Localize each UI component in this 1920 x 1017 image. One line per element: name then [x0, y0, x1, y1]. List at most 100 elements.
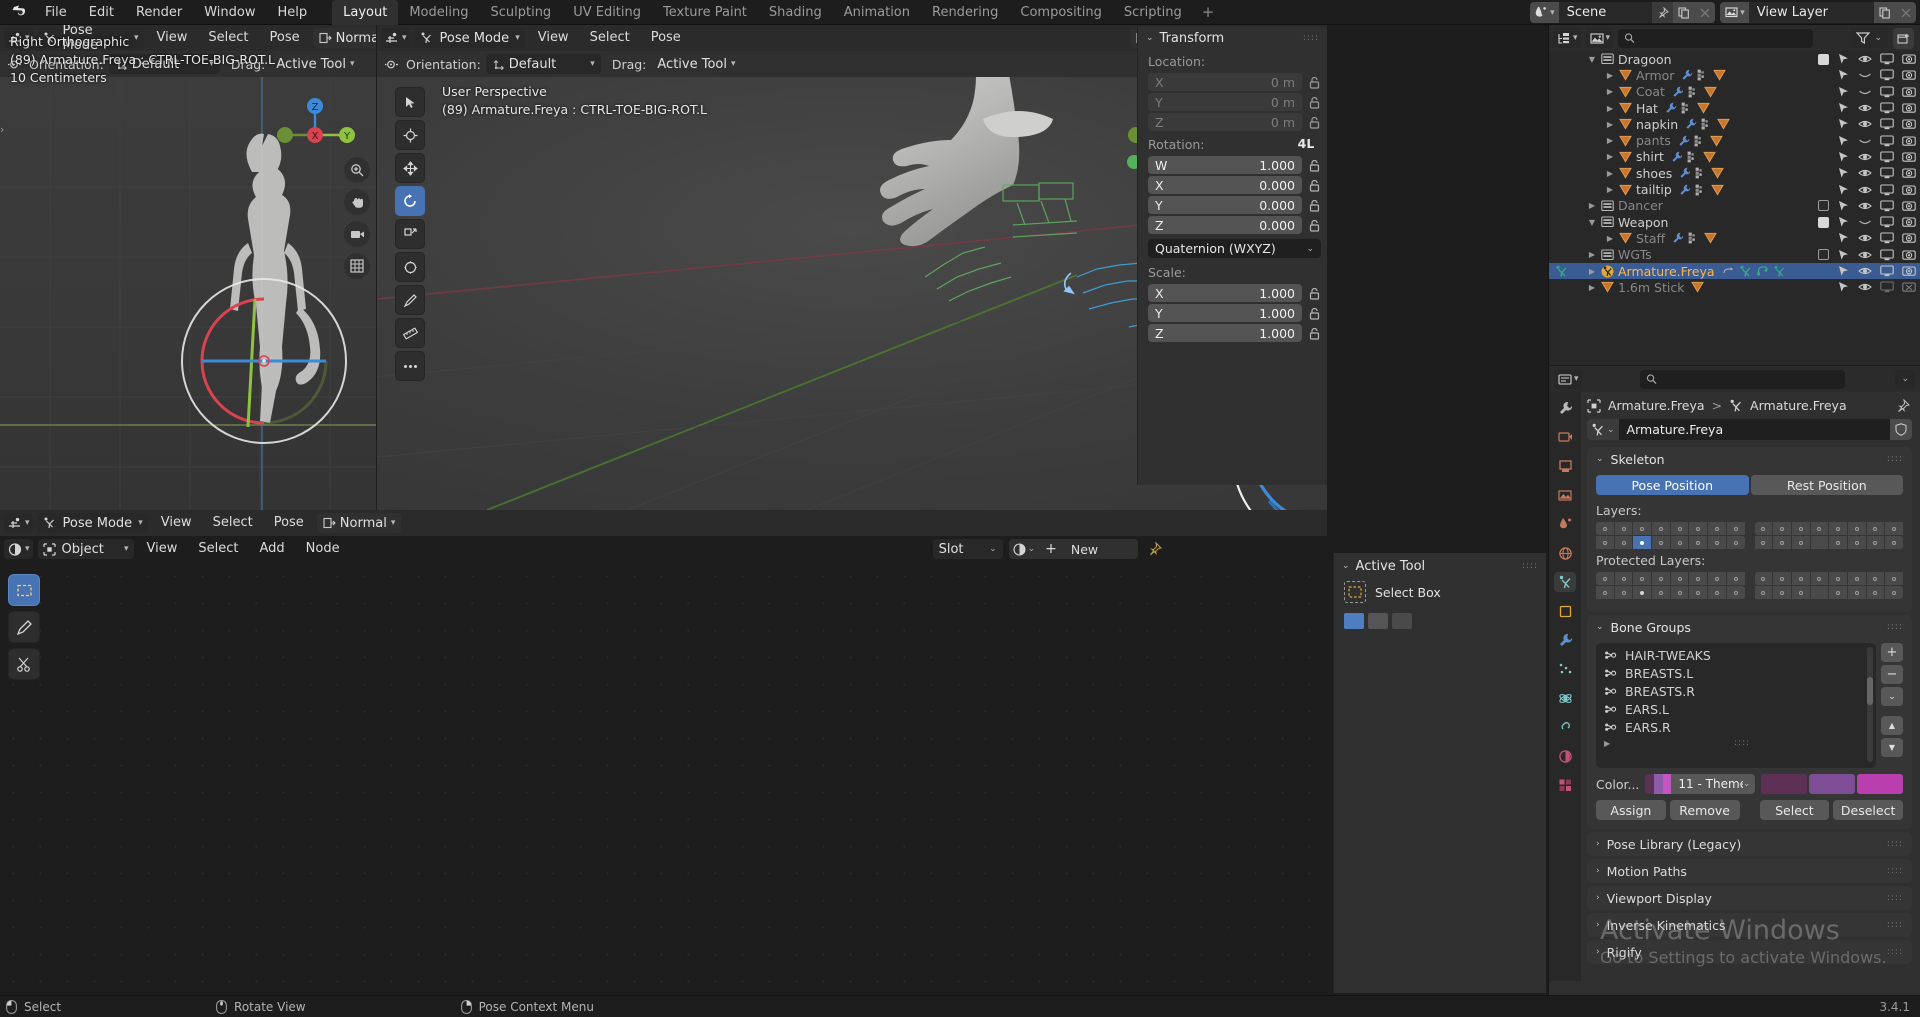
lock-scale-x-icon[interactable]: [1307, 285, 1321, 301]
hide-in-viewport-icon[interactable]: [1858, 200, 1872, 212]
viewport-main-menu-view[interactable]: View: [530, 25, 577, 51]
disable-in-renders-icon[interactable]: [1902, 281, 1916, 293]
hide-in-viewport-icon[interactable]: [1858, 69, 1872, 81]
disclosure-triangle-icon[interactable]: ▶: [1605, 185, 1615, 194]
pin-node-tree-icon[interactable]: [1144, 542, 1166, 556]
ptab-object[interactable]: [1554, 601, 1576, 621]
rigify-panel[interactable]: › Rigify ::::: [1587, 940, 1912, 964]
outliner-filter-button[interactable]: ⌄: [1850, 28, 1888, 48]
outliner-row-wgts[interactable]: ▶ WGTs: [1549, 247, 1920, 263]
selectable-cursor-icon[interactable]: [1837, 200, 1850, 212]
blender-logo-icon[interactable]: [0, 5, 34, 19]
skeleton-panel-header[interactable]: ⌄ Skeleton ::::: [1587, 447, 1912, 471]
active-tool-row[interactable]: Select Box: [1334, 575, 1546, 609]
shader-editor-canvas[interactable]: [0, 563, 1327, 995]
pin-properties-icon[interactable]: [1896, 398, 1910, 413]
hide-in-viewport-icon[interactable]: [1858, 135, 1872, 147]
view-layer-name[interactable]: View Layer: [1749, 2, 1874, 23]
selectable-cursor-icon[interactable]: [1837, 86, 1850, 98]
view-layer-icon[interactable]: ▾: [1720, 2, 1749, 23]
tool-select-box[interactable]: [395, 87, 425, 117]
outliner-row-coat[interactable]: ▶ Coat: [1549, 84, 1920, 100]
drag-dropdown-left[interactable]: Active Tool ▾: [270, 54, 361, 74]
lock-rotation-x-icon[interactable]: [1307, 177, 1321, 193]
bone-groups-scrollbar[interactable]: [1867, 647, 1873, 762]
assign-button[interactable]: Assign: [1596, 800, 1666, 820]
hide-in-viewport-icon[interactable]: [1858, 216, 1872, 228]
disable-in-renders-icon[interactable]: [1902, 86, 1916, 98]
location-field-x[interactable]: X 0 m: [1148, 73, 1302, 91]
outliner-item-label[interactable]: Armor: [1636, 68, 1674, 83]
lock-scale-y-icon[interactable]: [1307, 305, 1321, 321]
hide-in-viewport-icon[interactable]: [1858, 86, 1872, 98]
layer-toggle-25[interactable]: [1773, 536, 1791, 549]
hide-in-viewport-icon[interactable]: [1858, 151, 1872, 163]
deselect-button[interactable]: Deselect: [1833, 800, 1903, 820]
layer-toggle-18[interactable]: [1791, 572, 1810, 585]
menu-file[interactable]: File: [34, 0, 78, 25]
transform-panel-header[interactable]: ⌄ Transform ::::: [1138, 27, 1327, 49]
hide-in-viewport-icon[interactable]: [1858, 281, 1872, 293]
layer-toggle-13[interactable]: [1689, 586, 1708, 599]
disclosure-triangle-icon[interactable]: ▶: [1605, 71, 1615, 80]
location-field-z[interactable]: Z 0 m: [1148, 113, 1302, 131]
modifier-icon[interactable]: [1679, 184, 1691, 196]
mode-selector-left[interactable]: Pose Mode ▾: [37, 25, 144, 53]
disable-in-viewports-icon[interactable]: [1880, 200, 1894, 212]
ptab-output[interactable]: [1554, 456, 1576, 476]
material-icon[interactable]: [1688, 232, 1700, 244]
disable-in-viewports-icon[interactable]: [1880, 232, 1894, 244]
bone-color-preview-3[interactable]: [1857, 774, 1903, 794]
mesh-icon[interactable]: [1697, 102, 1710, 114]
ptab-constraints[interactable]: [1554, 717, 1576, 737]
layer-toggle-0[interactable]: [1596, 522, 1614, 535]
rotation-field-z[interactable]: Z 0.000: [1148, 216, 1302, 234]
mode-selector-main[interactable]: Pose Mode ▾: [414, 28, 525, 48]
ptab-scene[interactable]: [1554, 514, 1576, 534]
tool-breakdowner[interactable]: [395, 351, 425, 381]
disclosure-triangle-icon[interactable]: ▶: [1587, 201, 1597, 210]
layer-toggle-6[interactable]: [1708, 572, 1726, 585]
lock-rotation-z-icon[interactable]: [1307, 217, 1321, 233]
layer-toggle-28[interactable]: [1829, 586, 1847, 599]
layer-toggle-29[interactable]: [1847, 536, 1866, 549]
new-scene-button[interactable]: [1673, 2, 1695, 23]
workspace-tab-modeling[interactable]: Modeling: [398, 0, 479, 25]
material-slot-dropdown[interactable]: Slot ⌄: [932, 539, 1003, 559]
mesh-icon[interactable]: [1711, 167, 1725, 179]
active-tool-header[interactable]: ⌄ Active Tool ::::: [1334, 553, 1546, 575]
scale-field-x[interactable]: X 1.000: [1148, 284, 1302, 302]
scene-name[interactable]: Scene: [1559, 2, 1653, 23]
outliner-row-shirt[interactable]: ▶ shirt: [1549, 149, 1920, 165]
layer-toggle-10[interactable]: [1633, 586, 1652, 599]
bone-color-preview-2[interactable]: [1809, 774, 1856, 794]
rest-position-button[interactable]: Rest Position: [1750, 475, 1903, 495]
disable-in-viewports-icon[interactable]: [1880, 135, 1894, 147]
ptab-particles[interactable]: [1554, 659, 1576, 679]
properties-search-input[interactable]: [1661, 372, 1839, 386]
shader-menu-add[interactable]: Add: [252, 536, 293, 562]
layer-toggle-8[interactable]: [1596, 586, 1614, 599]
mesh-icon[interactable]: [1703, 151, 1716, 163]
inverse-kinematics-panel[interactable]: › Inverse Kinematics ::::: [1587, 913, 1912, 937]
material-icon[interactable]: [1688, 86, 1700, 98]
material-icon[interactable]: [1701, 118, 1713, 130]
selectable-cursor-icon[interactable]: [1837, 184, 1850, 196]
outliner-row-pants[interactable]: ▶ pants: [1549, 132, 1920, 148]
outliner-item-label[interactable]: Dancer: [1618, 198, 1663, 213]
shader-menu-select[interactable]: Select: [190, 536, 246, 562]
layer-toggle-4[interactable]: [1670, 572, 1689, 585]
layer-toggle-23[interactable]: [1885, 522, 1903, 535]
menu-edit[interactable]: Edit: [78, 0, 125, 25]
modifier-icon[interactable]: [1681, 69, 1693, 81]
pose-library-panel[interactable]: › Pose Library (Legacy) ::::: [1587, 832, 1912, 856]
modifier-icon[interactable]: [1678, 135, 1690, 147]
pin-scene-icon[interactable]: [1652, 2, 1674, 23]
outliner-item-label[interactable]: Coat: [1636, 84, 1665, 99]
layer-toggle-9[interactable]: [1614, 586, 1633, 599]
layer-toggle-24[interactable]: [1754, 586, 1773, 599]
disable-in-renders-icon[interactable]: [1902, 118, 1916, 130]
shader-tool-links-cut[interactable]: [8, 648, 40, 680]
hide-in-viewport-icon[interactable]: [1858, 184, 1872, 196]
selectable-cursor-icon[interactable]: [1837, 281, 1850, 293]
